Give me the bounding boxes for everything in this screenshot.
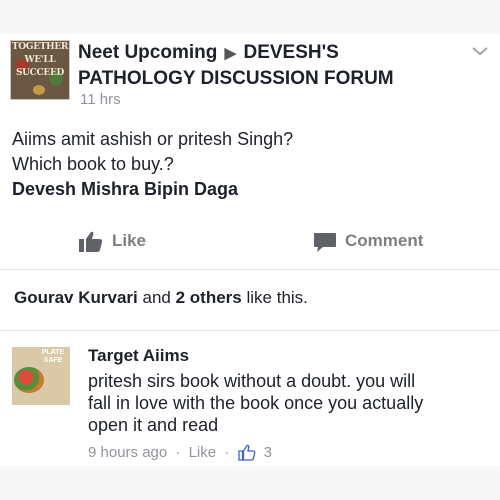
post-author-link[interactable]: Neet Upcoming bbox=[78, 42, 217, 63]
comment-timestamp[interactable]: 9 hours ago bbox=[88, 444, 167, 461]
group-name-line2: PATHOLOGY DISCUSSION FORUM bbox=[78, 68, 394, 89]
comment-label: Comment bbox=[345, 231, 424, 250]
group-name-line1: DEVESH'S bbox=[243, 42, 339, 63]
avatar-lettering: TOGETHER WE'LL SUCCEED bbox=[11, 42, 69, 78]
likes-suffix: like this. bbox=[246, 288, 308, 307]
comment-text: pritesh sirs book without a doubt. you w… bbox=[88, 370, 483, 436]
divider bbox=[0, 330, 500, 331]
meta-separator: · bbox=[175, 443, 181, 461]
comment-text-line: fall in love with the book once you actu… bbox=[88, 393, 424, 413]
post-action-bar: Like Comment bbox=[0, 222, 500, 262]
thumbs-up-icon bbox=[78, 230, 104, 254]
like-label: Like bbox=[112, 231, 147, 250]
likes-summary: Gourav Kurvari and 2 others like this. bbox=[14, 288, 484, 308]
comment-text-line: pritesh sirs book without a doubt. you w… bbox=[88, 371, 416, 391]
post-text-line: Which book to buy.? bbox=[12, 154, 174, 174]
others-link[interactable]: 2 others bbox=[176, 288, 242, 307]
group-avatar[interactable]: TOGETHER WE'LL SUCCEED bbox=[10, 40, 70, 100]
meta-separator: · bbox=[224, 443, 230, 461]
comment-text-line: open it and read bbox=[88, 415, 219, 435]
likes-and-text: and bbox=[142, 288, 171, 307]
comment-like-count[interactable]: 3 bbox=[264, 444, 272, 461]
comment-meta: 9 hours ago · Like · 3 bbox=[88, 443, 272, 463]
speech-bubble-icon bbox=[312, 230, 338, 254]
top-background bbox=[0, 0, 500, 34]
chevron-down-icon[interactable] bbox=[470, 44, 490, 58]
divider bbox=[0, 269, 500, 270]
comment-like-link[interactable]: Like bbox=[189, 444, 217, 461]
commenter-avatar[interactable]: PLATE SAFE bbox=[12, 347, 70, 405]
post-body: Aiims amit ashish or pritesh Singh? Whic… bbox=[12, 127, 482, 202]
thumbs-up-outline-icon[interactable] bbox=[238, 444, 256, 461]
post-header-title: Neet Upcoming ▶ DEVESH'S PATHOLOGY DISCU… bbox=[78, 40, 458, 91]
liker-name-link[interactable]: Gourav Kurvari bbox=[14, 288, 138, 307]
bottom-background bbox=[0, 466, 500, 500]
tagged-people[interactable]: Devesh Mishra Bipin Daga bbox=[12, 177, 482, 202]
arrow-right-icon: ▶ bbox=[224, 45, 237, 62]
avatar-decoration bbox=[33, 85, 45, 95]
post-text-line: Aiims amit ashish or pritesh Singh? bbox=[12, 129, 294, 149]
post-timestamp[interactable]: 11 hrs bbox=[80, 91, 121, 108]
commenter-name-link[interactable]: Target Aiims bbox=[88, 346, 189, 366]
avatar-lettering: PLATE SAFE bbox=[41, 349, 65, 364]
avatar-decoration bbox=[14, 367, 44, 393]
